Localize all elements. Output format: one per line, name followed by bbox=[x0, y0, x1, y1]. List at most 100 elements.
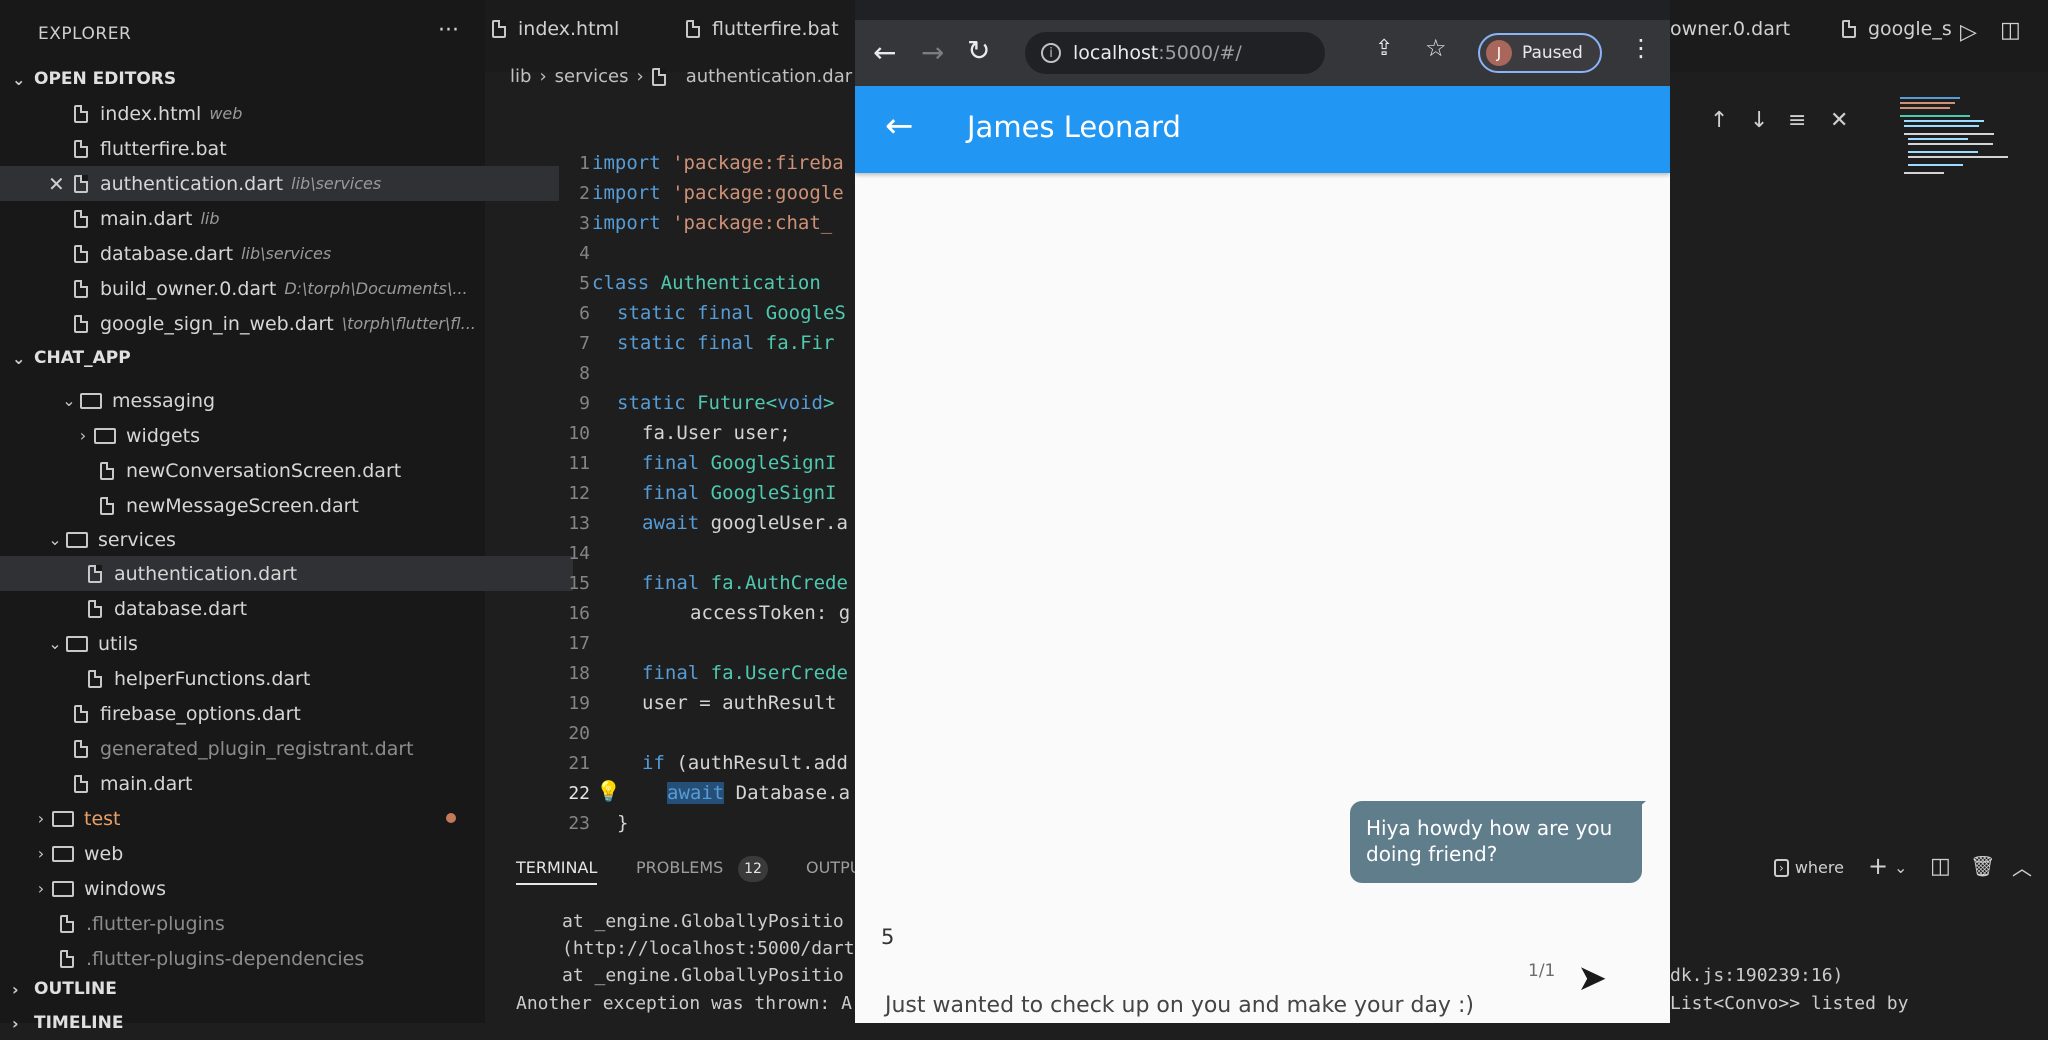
info-icon[interactable]: i bbox=[1041, 43, 1061, 63]
minimap[interactable] bbox=[1898, 95, 2018, 180]
tree-folder-services[interactable]: ⌄ services bbox=[0, 522, 529, 557]
tree-file[interactable]: newMessageScreen.dart bbox=[0, 488, 585, 523]
profile-button[interactable]: J Paused bbox=[1478, 33, 1602, 73]
file-icon bbox=[88, 564, 102, 583]
chevron-down-icon: ⌄ bbox=[62, 391, 76, 410]
file-icon bbox=[74, 209, 88, 228]
code-line-9: static Future<void> bbox=[617, 392, 834, 414]
chevron-down-icon: ⌄ bbox=[12, 348, 26, 368]
code-line-23: } bbox=[617, 812, 629, 834]
chevron-up-icon[interactable]: ︿ bbox=[2012, 852, 2032, 881]
chevron-down-icon[interactable]: ⌄ bbox=[1894, 858, 1907, 877]
forward-icon[interactable]: → bbox=[921, 36, 944, 69]
share-icon[interactable]: ⇪ bbox=[1375, 36, 1393, 61]
code-token: final bbox=[642, 482, 700, 504]
timeline-header[interactable]: › TIMELINE bbox=[12, 1006, 123, 1040]
open-editor-item[interactable]: flutterfire.bat bbox=[0, 131, 559, 166]
tree-folder-utils[interactable]: ⌄ utils bbox=[0, 626, 529, 661]
address-bar[interactable]: i localhost:5000/#/ bbox=[1025, 32, 1325, 74]
find-in-selection-icon[interactable]: ≡ bbox=[1788, 108, 1806, 133]
folder-icon bbox=[94, 427, 116, 444]
tree-file-active[interactable]: authentication.dart bbox=[0, 556, 573, 591]
code-token: > bbox=[822, 392, 835, 414]
tab-terminal[interactable]: TERMINAL bbox=[516, 858, 598, 885]
line-number: 9 bbox=[579, 393, 590, 414]
file-name: .flutter-plugins-dependencies bbox=[86, 947, 365, 970]
more-actions-icon[interactable]: ··· bbox=[438, 18, 459, 43]
tree-file[interactable]: .flutter-plugins bbox=[0, 906, 545, 941]
code-line-11: final GoogleSignI bbox=[642, 452, 837, 474]
open-editor-item[interactable]: database.dart lib\services bbox=[0, 236, 559, 271]
open-editor-item[interactable]: google_sign_in_web.dart \torph\flutter\f… bbox=[0, 306, 559, 341]
tab-build-owner[interactable]: owner.0.dart bbox=[1670, 18, 1790, 40]
breadcrumb-item[interactable]: authentication.dar bbox=[686, 66, 852, 87]
line-number: 23 bbox=[568, 813, 590, 834]
code-token: void bbox=[777, 392, 823, 414]
code-token: final bbox=[697, 302, 755, 324]
tab-index-html[interactable]: index.html bbox=[492, 18, 619, 40]
send-icon[interactable]: ➤ bbox=[1577, 958, 1607, 999]
project-header[interactable]: ⌄ CHAT_APP bbox=[12, 341, 131, 375]
code-line-19: user = authResult bbox=[642, 692, 837, 714]
split-editor-icon[interactable]: ◫ bbox=[2000, 18, 2021, 43]
back-arrow-icon[interactable]: ← bbox=[885, 106, 914, 146]
tree-folder-windows[interactable]: › windows bbox=[0, 871, 515, 906]
chevron-right-icon: › bbox=[37, 809, 45, 828]
tree-folder-web[interactable]: › web bbox=[0, 836, 515, 871]
lightbulb-icon[interactable]: 💡 bbox=[596, 779, 621, 803]
open-editor-item[interactable]: build_owner.0.dart D:\torph\Documents\..… bbox=[0, 271, 559, 306]
browser-tab-strip[interactable] bbox=[855, 0, 1670, 20]
breadcrumb-item[interactable]: lib bbox=[510, 66, 531, 87]
file-name: generated_plugin_registrant.dart bbox=[100, 737, 414, 760]
open-editor-item-active[interactable]: ✕ authentication.dart lib\services bbox=[0, 166, 559, 201]
run-icon[interactable]: ▷ bbox=[1960, 20, 1977, 45]
tree-folder-widgets[interactable]: › widgets bbox=[0, 418, 557, 453]
close-icon[interactable]: ✕ bbox=[48, 172, 65, 196]
line-number: 20 bbox=[568, 723, 590, 744]
line-number: 11 bbox=[568, 453, 590, 474]
more-menu-icon[interactable]: ⋮ bbox=[1629, 34, 1653, 62]
tree-file[interactable]: newConversationScreen.dart bbox=[0, 453, 585, 488]
code-token: final bbox=[642, 572, 700, 594]
message-bubble-tail bbox=[1630, 801, 1646, 815]
trash-icon[interactable]: 🗑 bbox=[1970, 854, 1995, 878]
tree-file[interactable]: helperFunctions.dart bbox=[0, 661, 573, 696]
code-line-6: static final GoogleS bbox=[617, 302, 846, 324]
split-terminal-icon[interactable]: ◫ bbox=[1930, 854, 1951, 879]
reload-icon[interactable]: ↻ bbox=[967, 34, 990, 67]
arrow-down-icon[interactable]: ↓ bbox=[1750, 108, 1768, 133]
tree-file[interactable]: generated_plugin_registrant.dart bbox=[0, 731, 559, 766]
open-editors-header[interactable]: ⌄ OPEN EDITORS bbox=[12, 62, 176, 96]
tab-label: owner.0.dart bbox=[1670, 18, 1791, 40]
file-name: authentication.dart bbox=[114, 562, 298, 585]
outline-header[interactable]: › OUTLINE bbox=[12, 972, 117, 1006]
file-name: firebase_options.dart bbox=[100, 702, 301, 725]
code-token: fa.Fir bbox=[765, 332, 835, 354]
tree-folder-messaging[interactable]: ⌄ messaging bbox=[0, 383, 543, 418]
open-editor-item[interactable]: index.html web bbox=[0, 96, 559, 131]
terminal-line: List<Convo>> listed by bbox=[1670, 993, 1909, 1014]
chevron-right-icon: › bbox=[37, 879, 45, 898]
tab-flutterfire-bat[interactable]: flutterfire.bat bbox=[686, 18, 839, 40]
message-input[interactable]: Just wanted to check up on you and make … bbox=[885, 993, 1485, 1018]
breadcrumb-item[interactable]: services bbox=[555, 66, 629, 87]
tab-output[interactable]: OUTPU bbox=[806, 858, 861, 877]
tree-file[interactable]: .flutter-plugins-dependencies bbox=[0, 941, 545, 976]
back-icon[interactable]: ← bbox=[873, 36, 896, 69]
line-number-current: 22 bbox=[568, 783, 590, 804]
tree-folder-test[interactable]: › test bbox=[0, 801, 515, 836]
close-icon[interactable]: ✕ bbox=[1830, 108, 1848, 133]
tab-problems[interactable]: PROBLEMS bbox=[636, 858, 723, 877]
count-label: 5 bbox=[881, 925, 895, 949]
terminal-selector[interactable]: › where bbox=[1774, 858, 1844, 877]
tab-label: index.html bbox=[518, 18, 620, 40]
arrow-up-icon[interactable]: ↑ bbox=[1710, 108, 1728, 133]
tab-google-sign-in[interactable]: google_s bbox=[1842, 18, 1952, 40]
tree-file[interactable]: main.dart bbox=[0, 766, 559, 801]
add-terminal-icon[interactable]: + bbox=[1868, 852, 1888, 880]
tree-file[interactable]: database.dart bbox=[0, 591, 573, 626]
open-editor-item[interactable]: main.dart lib bbox=[0, 201, 559, 236]
tree-file[interactable]: firebase_options.dart bbox=[0, 696, 559, 731]
star-icon[interactable]: ☆ bbox=[1425, 34, 1447, 62]
file-icon bbox=[1842, 20, 1856, 38]
